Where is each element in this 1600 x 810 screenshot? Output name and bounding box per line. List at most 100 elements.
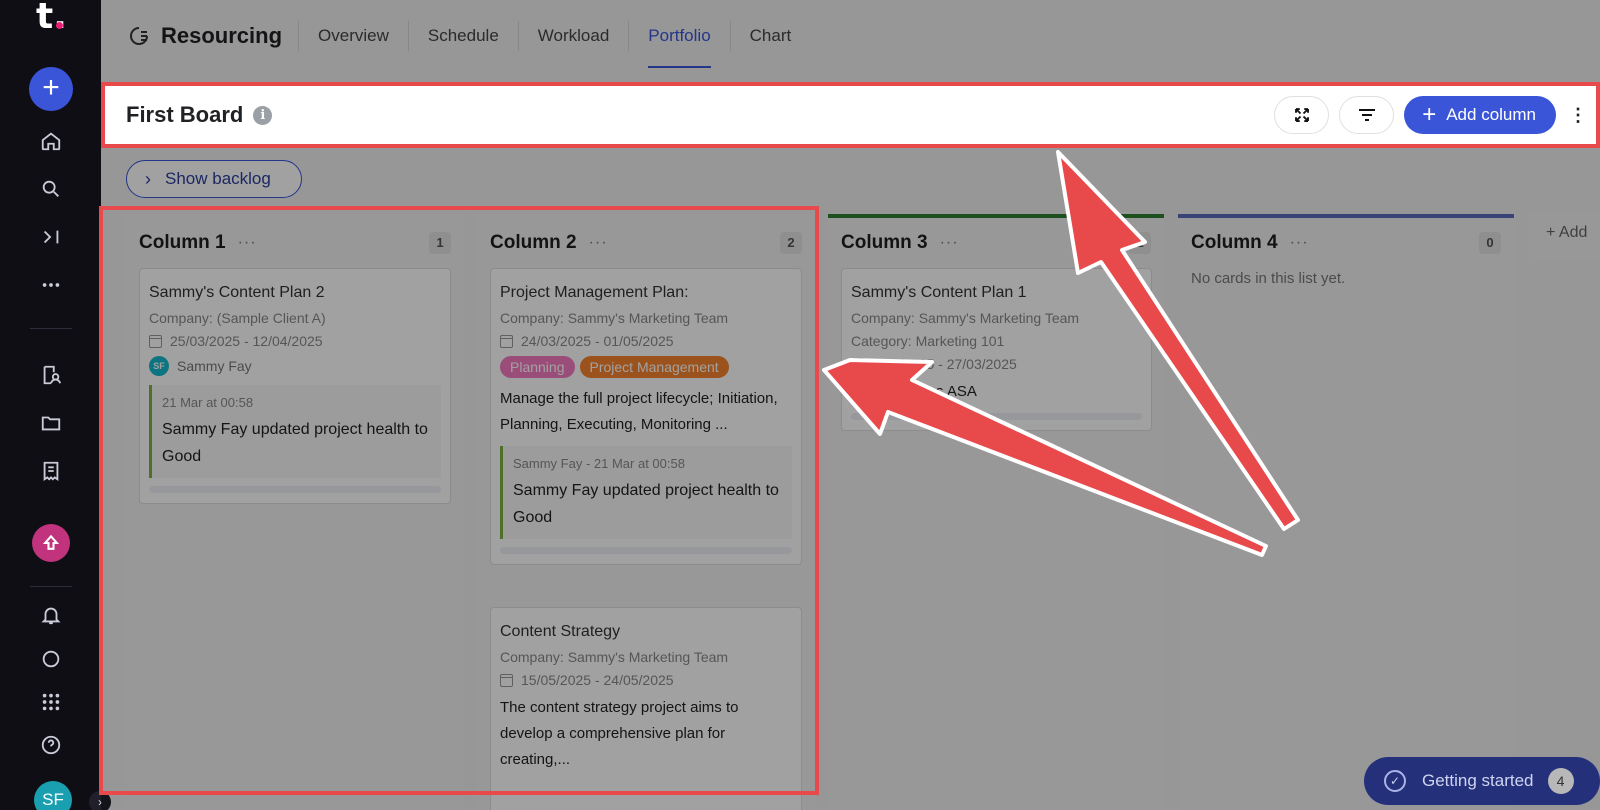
card-dates: 15/05/2025 - 24/05/2025 xyxy=(500,672,792,688)
board-column: Column 4 ··· 0 No cards in this list yet… xyxy=(1178,214,1514,810)
column-header: Column 4 ··· 0 xyxy=(1191,230,1501,256)
activity-meta: Sammy Fay - 21 Mar at 00:58 xyxy=(513,456,685,471)
card-dates: 25/03/2025 - 12/04/2025 xyxy=(149,333,441,349)
plus-icon[interactable]: + xyxy=(29,67,73,111)
tag-project-management[interactable]: Project Management xyxy=(579,356,729,378)
plus-icon: + xyxy=(1546,224,1559,241)
app-logo[interactable]: t. xyxy=(36,0,67,35)
chevron-right-icon: › xyxy=(145,168,151,189)
calendar-icon xyxy=(149,334,162,348)
resourcing-icon xyxy=(130,27,148,45)
show-backlog-button[interactable]: › Show backlog xyxy=(126,160,302,198)
tag-planning[interactable]: Planning xyxy=(500,356,575,378)
search-icon[interactable] xyxy=(38,176,64,202)
expand-icon xyxy=(1294,108,1309,122)
card-dates: ...03/2025 - 27/03/2025 xyxy=(851,356,1142,372)
column-title: Column 2 xyxy=(490,232,577,253)
getting-started-button[interactable]: ✓ Getting started 4 xyxy=(1364,757,1600,805)
card-company: Company: (Sample Client A) xyxy=(149,310,326,326)
card-activity: 21 Mar at 00:58 Sammy Fay updated projec… xyxy=(149,385,441,478)
sidebar-divider xyxy=(30,328,72,329)
add-column-stub[interactable]: + Add xyxy=(1528,210,1600,258)
card-progress-bar xyxy=(149,486,441,493)
sidebar-collapse-icon[interactable]: › xyxy=(89,791,111,810)
more-options-icon[interactable]: ⋮ xyxy=(1568,106,1588,124)
home-icon[interactable] xyxy=(38,128,64,154)
column-header: Column 2 ··· 2 xyxy=(490,230,802,256)
card-company: Company: Sammy's Marketing Team xyxy=(500,310,729,326)
getting-started-label: Getting started xyxy=(1422,771,1534,790)
info-icon[interactable]: i xyxy=(253,105,273,125)
receipt-icon[interactable] xyxy=(38,458,64,484)
column-title: Column 4 xyxy=(1191,232,1278,253)
bell-icon[interactable] xyxy=(38,602,64,628)
board-header: First Board i + Add column ⋮ xyxy=(101,82,1600,148)
card-progress-bar xyxy=(851,413,1142,420)
column-header: Column 1 ··· 1 xyxy=(139,230,451,256)
sidebar: t. + SF › xyxy=(0,0,111,810)
upgrade-icon[interactable] xyxy=(32,524,70,562)
project-card[interactable]: Content Strategy Company: Sammy's Market… xyxy=(490,607,802,810)
card-category: Category: Marketing 101 xyxy=(851,333,1005,349)
more-icon[interactable] xyxy=(38,272,64,298)
tab-overview[interactable]: Overview xyxy=(299,21,409,51)
tab-portfolio[interactable]: Portfolio xyxy=(629,21,731,68)
board-title: First Board xyxy=(126,102,244,127)
card-assignee: SF Sammy Fay xyxy=(149,356,441,376)
column-count-badge: 1 xyxy=(429,232,451,254)
card-company: Company: Sammy's Marketing Team xyxy=(500,649,729,665)
card-activity: Sammy Fay - 21 Mar at 00:58 Sammy Fay up… xyxy=(500,446,792,539)
getting-started-count: 4 xyxy=(1547,768,1574,794)
card-description: The content strategy project aims to dev… xyxy=(500,699,739,768)
add-column-button[interactable]: + Add column xyxy=(1404,96,1556,134)
column-count-badge: 0 xyxy=(1479,232,1501,254)
column-count-badge: 1 xyxy=(1129,232,1151,254)
card-dates: 24/03/2025 - 01/05/2025 xyxy=(500,333,792,349)
person-doc-icon[interactable] xyxy=(38,362,64,388)
folder-icon[interactable] xyxy=(38,410,64,436)
tab-schedule[interactable]: Schedule xyxy=(409,21,519,51)
logo-dot xyxy=(56,22,63,29)
board-column: Column 1 ··· 1 Sammy's Content Plan 2 Co… xyxy=(126,214,464,810)
column-menu-icon[interactable]: ··· xyxy=(238,234,257,252)
card-progress-bar xyxy=(500,547,792,554)
tab-workload[interactable]: Workload xyxy=(519,21,630,51)
avatar: SF xyxy=(149,356,169,376)
tab-chart[interactable]: Chart xyxy=(731,21,811,51)
apps-icon[interactable] xyxy=(38,689,64,715)
card-tags: Planning Project Management xyxy=(500,356,792,378)
activity-text: Sammy Fay updated project health to Good xyxy=(162,421,428,465)
top-nav: Resourcing Overview Schedule Workload Po… xyxy=(101,0,1600,72)
column-menu-icon[interactable]: ··· xyxy=(940,234,959,252)
project-card[interactable]: Sammy's Content Plan 2 Company: (Sample … xyxy=(139,268,451,504)
project-card[interactable]: Sammy's Content Plan 1 Company: Sammy's … xyxy=(841,268,1152,431)
activity-text: Sammy Fay updated project health to Good xyxy=(513,482,779,526)
add-column-label: Add column xyxy=(1446,105,1536,124)
sidebar-divider-2 xyxy=(30,586,72,587)
column-title: Column 1 xyxy=(139,232,226,253)
column-title: Column 3 xyxy=(841,232,928,253)
card-title: Content Strategy xyxy=(500,623,621,640)
board-column: Column 3 ··· 1 Sammy's Content Plan 1 Co… xyxy=(828,214,1164,810)
card-description: Manage the full project lifecycle; Initi… xyxy=(500,390,778,433)
column-menu-icon[interactable]: ··· xyxy=(589,234,608,252)
column-count-badge: 2 xyxy=(780,232,802,254)
expand-button[interactable] xyxy=(1274,96,1330,134)
calendar-icon xyxy=(851,357,864,371)
page-title: Resourcing xyxy=(101,21,300,51)
activity-meta: 21 Mar at 00:58 xyxy=(162,395,254,410)
column-menu-icon[interactable]: ··· xyxy=(1290,234,1309,252)
avatar[interactable]: SF xyxy=(34,781,72,810)
empty-column-text: No cards in this list yet. xyxy=(1191,270,1346,287)
chat-icon[interactable] xyxy=(38,646,64,672)
column-header: Column 3 ··· 1 xyxy=(841,230,1151,256)
collapse-icon[interactable] xyxy=(38,224,64,250)
card-title: Sammy's Content Plan 2 xyxy=(149,284,325,301)
board-column: Column 2 ··· 2 Project Management Plan: … xyxy=(477,214,815,810)
help-icon[interactable] xyxy=(38,732,64,758)
filter-button[interactable] xyxy=(1339,96,1395,134)
project-card[interactable]: Project Management Plan: Company: Sammy'… xyxy=(490,268,802,565)
card-description: ...article ideas ASA xyxy=(851,383,977,400)
plus-icon: + xyxy=(1422,101,1437,128)
check-icon: ✓ xyxy=(1384,770,1406,792)
